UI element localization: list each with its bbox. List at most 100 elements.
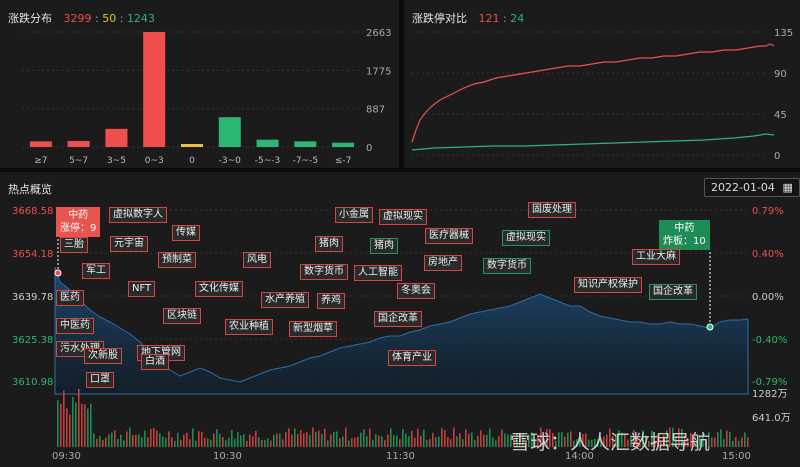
label-fengdian[interactable]: 风电 bbox=[243, 252, 271, 268]
label-yiyao[interactable]: 医药 bbox=[56, 290, 84, 306]
volume-bar bbox=[495, 440, 497, 447]
dist-bar-2 bbox=[105, 128, 128, 147]
volume-bar bbox=[348, 440, 350, 447]
label-shuzihuobi-2[interactable]: 数字货币 bbox=[483, 258, 531, 274]
volume-bar bbox=[444, 429, 446, 447]
dist-ytick: 1775 bbox=[366, 66, 391, 77]
volume-bar bbox=[84, 404, 86, 447]
label-zhurou-2[interactable]: 猪肉 bbox=[370, 238, 398, 254]
vol-tick-1: 641.0万 bbox=[752, 413, 791, 424]
limit-ytick-45: 45 bbox=[774, 110, 787, 121]
label-fangdichan[interactable]: 房地产 bbox=[424, 255, 462, 271]
volume-bar bbox=[714, 437, 716, 447]
left-tick-4: 3610.98 bbox=[12, 377, 53, 388]
label-shuzihuobi-1[interactable]: 数字货币 bbox=[300, 264, 348, 280]
volume-bar bbox=[114, 430, 116, 447]
dist-bar-4 bbox=[181, 144, 203, 147]
label-xiaojinshu[interactable]: 小金属 bbox=[335, 207, 373, 223]
volume-bar bbox=[501, 429, 503, 447]
volume-bar bbox=[237, 432, 239, 447]
label-xunishuziren[interactable]: 虚拟数字人 bbox=[109, 207, 167, 223]
label-xinxingyancao[interactable]: 新型烟草 bbox=[289, 321, 337, 337]
label-yuanyuzhou[interactable]: 元宇宙 bbox=[110, 236, 148, 252]
volume-bar bbox=[174, 440, 176, 447]
label-baijiu[interactable]: 白酒 bbox=[141, 354, 169, 370]
tip-up-line1: 中药 bbox=[68, 210, 89, 221]
label-shuichanyangzhi[interactable]: 水产养殖 bbox=[261, 292, 309, 308]
volume-bar bbox=[183, 434, 185, 447]
label-gufeichuli[interactable]: 固废处理 bbox=[528, 202, 576, 218]
volume-bar bbox=[108, 434, 110, 447]
volume-bar bbox=[120, 434, 122, 447]
volume-bar bbox=[150, 428, 152, 447]
volume-bar bbox=[72, 396, 74, 447]
dist-bar-5 bbox=[218, 117, 241, 147]
volume-bar bbox=[192, 428, 194, 447]
label-xunixianshi-1[interactable]: 虚拟现实 bbox=[379, 209, 427, 225]
label-guoqigaige-2[interactable]: 国企改革 bbox=[649, 284, 697, 300]
label-chuanmei[interactable]: 传媒 bbox=[172, 225, 200, 241]
dist-category-3: 0~3 bbox=[145, 156, 164, 166]
label-zhurou-1[interactable]: 猪肉 bbox=[315, 236, 343, 252]
volume-bar bbox=[273, 434, 275, 447]
volume-bar bbox=[402, 429, 404, 447]
volume-bar bbox=[354, 437, 356, 447]
label-kouzhao[interactable]: 口罩 bbox=[86, 372, 114, 388]
label-rengongzhineng[interactable]: 人工智能 bbox=[354, 265, 402, 281]
label-tiyuchanye[interactable]: 体育产业 bbox=[388, 350, 436, 366]
right-tick-0: 0.79% bbox=[752, 206, 784, 217]
label-santai[interactable]: 三胎 bbox=[60, 237, 88, 253]
volume-bar bbox=[165, 437, 167, 447]
label-yuzhicai[interactable]: 预制菜 bbox=[158, 252, 196, 268]
label-zhishichanquanbaohu[interactable]: 知识产权保护 bbox=[574, 277, 642, 293]
volume-bar bbox=[303, 433, 305, 447]
time-tick-1500: 15:00 bbox=[722, 451, 751, 462]
label-gongyedama[interactable]: 工业大麻 bbox=[632, 249, 680, 265]
volume-bar bbox=[69, 414, 71, 447]
label-nongyezhongzhi[interactable]: 农业种植 bbox=[225, 319, 273, 335]
label-dongaohui[interactable]: 冬奥会 bbox=[397, 283, 435, 299]
label-wenhuachuanmei[interactable]: 文化传媒 bbox=[195, 281, 243, 297]
volume-bar bbox=[102, 439, 104, 447]
volume-bar bbox=[153, 428, 155, 447]
volume-bar bbox=[234, 438, 236, 447]
volume-bar bbox=[447, 437, 449, 447]
volume-bar bbox=[366, 436, 368, 447]
dist-ytick: 2663 bbox=[366, 28, 391, 39]
volume-bar bbox=[198, 431, 200, 447]
volume-bar bbox=[411, 430, 413, 447]
volume-bar bbox=[162, 436, 164, 447]
volume-bar bbox=[450, 439, 452, 447]
label-yangji[interactable]: 养鸡 bbox=[317, 293, 345, 309]
volume-bar bbox=[189, 439, 191, 447]
left-tick-2: 3639.78 bbox=[12, 292, 53, 303]
label-qukuailian[interactable]: 区块链 bbox=[163, 308, 201, 324]
volume-bar bbox=[429, 439, 431, 447]
label-cixingu[interactable]: 次新股 bbox=[84, 348, 122, 364]
label-nft[interactable]: NFT bbox=[128, 281, 156, 297]
dist-category-1: 5~7 bbox=[69, 156, 88, 166]
volume-bar bbox=[744, 432, 746, 447]
volume-bar bbox=[159, 433, 161, 447]
volume-bar bbox=[147, 437, 149, 447]
volume-bar bbox=[57, 400, 59, 447]
volume-bar bbox=[87, 408, 89, 447]
volume-bar bbox=[342, 436, 344, 447]
volume-bar bbox=[201, 431, 203, 447]
limit-down-line bbox=[411, 133, 775, 151]
volume-bar bbox=[468, 433, 470, 447]
volume-bar bbox=[492, 437, 494, 447]
dist-category-8: ≤-7 bbox=[335, 156, 352, 166]
label-jungong[interactable]: 军工 bbox=[82, 263, 110, 279]
left-tick-3: 3625.38 bbox=[12, 335, 53, 346]
volume-bar bbox=[711, 437, 713, 447]
label-zhongyiyao[interactable]: 中医药 bbox=[56, 318, 94, 334]
volume-bar bbox=[486, 434, 488, 447]
volume-bar bbox=[195, 440, 197, 447]
volume-bar bbox=[408, 436, 410, 447]
label-yiliaoqixie[interactable]: 医疗器械 bbox=[425, 228, 473, 244]
volume-bar bbox=[717, 432, 719, 447]
dist-bar-7 bbox=[294, 141, 317, 147]
label-xunixianshi-2[interactable]: 虚拟现实 bbox=[502, 230, 550, 246]
label-guoqigaige-1[interactable]: 国企改革 bbox=[374, 311, 422, 327]
